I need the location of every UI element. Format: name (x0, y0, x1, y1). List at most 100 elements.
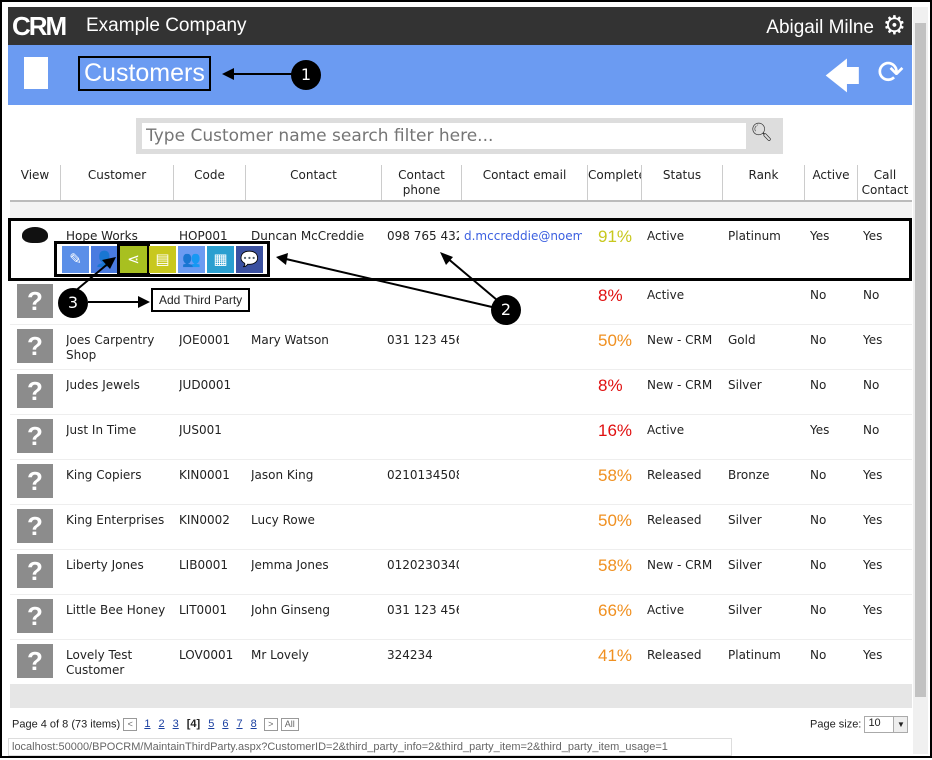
table-row[interactable]: ? Lovely Test Customer LOV0001 Mr Lovely 324… (10, 639, 912, 684)
view-placeholder-icon[interactable]: ? (17, 464, 53, 498)
cell-call: No (863, 423, 880, 437)
cell-active: No (810, 558, 827, 572)
cell-call: Yes (863, 558, 883, 572)
page-link[interactable]: 6 (222, 718, 228, 730)
callout-2: 2 (491, 295, 521, 325)
cell-call: Yes (863, 513, 883, 527)
column-header[interactable]: Active (804, 165, 857, 200)
callout-arrow (222, 68, 294, 80)
pager: Page 4 of 8 (73 items) < 1 2 3 [4] 5 6 7 8 > Al… (12, 718, 299, 731)
document-icon[interactable]: ▤ (149, 246, 176, 273)
contacts-icon[interactable]: 👥 (178, 246, 205, 273)
cell-complete: 50% (598, 511, 633, 530)
cell-code: LIB0001 (179, 558, 228, 572)
column-header[interactable]: Customer (60, 165, 173, 200)
page-link[interactable]: 5 (208, 718, 214, 730)
page-size-select[interactable]: 10 ▼ (864, 716, 909, 733)
cell-code: LIT0001 (179, 603, 228, 617)
cell-customer: Just In Time (66, 423, 137, 437)
table-row[interactable]: ? Little Bee Honey LIT0001 John Ginseng 031 … (10, 594, 912, 639)
cell-contact: John Ginseng (251, 603, 331, 617)
column-header[interactable]: Code (173, 165, 245, 200)
table-row[interactable]: ? Just In Time JUS001 16% Active Yes No (10, 414, 912, 459)
view-placeholder-icon[interactable]: ? (17, 644, 53, 678)
view-placeholder-icon[interactable]: ? (17, 284, 53, 318)
edit-pencil-icon[interactable]: ✎ (62, 246, 89, 273)
column-header[interactable]: View (10, 165, 60, 200)
cell-phone: 0210134508 (387, 468, 459, 482)
cell-rank: Platinum (728, 648, 781, 662)
cell-code: LOV0001 (179, 648, 234, 662)
page-link[interactable]: [4] (187, 718, 200, 730)
cell-active: No (810, 378, 827, 392)
cell-call: Yes (863, 333, 883, 347)
column-header[interactable]: Status (641, 165, 722, 200)
all-pages-button[interactable]: All (280, 718, 299, 731)
view-placeholder-icon[interactable]: ? (17, 329, 53, 363)
cell-contact: Jemma Jones (251, 558, 329, 572)
cell-status: New - CRM (647, 558, 713, 572)
scrollbar[interactable] (913, 7, 928, 754)
user-name[interactable]: Abigail Milne (766, 17, 874, 39)
view-placeholder-icon[interactable]: ? (17, 419, 53, 453)
page-link[interactable]: 7 (236, 718, 242, 730)
cell-status: Active (647, 288, 685, 302)
table-row[interactable]: ? King Enterprises KIN0002 Lucy Rowe 50% Rele… (10, 504, 912, 549)
cell-phone: 031 123 456 (387, 333, 459, 347)
column-header[interactable]: Rank (722, 165, 804, 200)
gear-icon[interactable]: ⚙ (883, 11, 906, 41)
view-placeholder-icon[interactable]: ? (17, 554, 53, 588)
cell-contact: Mary Watson (251, 333, 329, 347)
cell-active: No (810, 603, 827, 617)
building-icon (24, 57, 48, 89)
column-header[interactable]: Call Contact (857, 165, 912, 200)
cell-status: Released (647, 648, 702, 662)
page-link[interactable]: 1 (144, 718, 150, 730)
table-row[interactable]: ? 8% Active No No (10, 279, 912, 324)
cell-contact: Lucy Rowe (251, 513, 315, 527)
crm-logo: CRM (12, 11, 67, 41)
cell-contact: Mr Lovely (251, 648, 309, 662)
page-size: Page size: 10 ▼ (810, 716, 909, 733)
search-input[interactable] (142, 123, 746, 149)
back-arrow-icon[interactable]: 🡄 (825, 53, 860, 110)
view-placeholder-icon[interactable]: ? (17, 599, 53, 633)
refresh-icon[interactable]: ⟳ (877, 53, 904, 91)
cell-call: Yes (863, 648, 883, 662)
column-header[interactable]: Complete (587, 165, 641, 200)
scrollbar-thumb[interactable] (915, 23, 926, 697)
cell-status: Released (647, 468, 702, 482)
next-page-button[interactable]: > (263, 718, 278, 731)
cell-status: Released (647, 513, 702, 527)
view-placeholder-icon[interactable]: ? (17, 509, 53, 543)
cell-code: KIN0001 (179, 468, 230, 482)
cell-customer: Joes Carpentry Shop (66, 333, 155, 362)
column-header[interactable]: Contact phone (381, 165, 461, 200)
page-link[interactable]: 3 (173, 718, 179, 730)
tooltip: Add Third Party (151, 288, 251, 312)
filter-row[interactable] (10, 200, 912, 218)
calendar-icon[interactable]: ▦ (207, 246, 234, 273)
table-row[interactable]: ? Judes Jewels JUD0001 8% New - CRM Silver No N… (10, 369, 912, 414)
table-row[interactable]: ? King Copiers KIN0001 Jason King 0210134508… (10, 459, 912, 504)
company-name: Example Company (86, 15, 247, 36)
search-icon[interactable]: 🔍︎ (750, 122, 773, 143)
column-header[interactable]: Contact (245, 165, 381, 200)
page-link[interactable]: 8 (251, 718, 257, 730)
column-header[interactable]: Contact email (461, 165, 587, 200)
chat-icon[interactable]: 💬 (236, 246, 263, 273)
add-contact-icon[interactable]: 👤 (91, 246, 118, 273)
prev-page-button[interactable]: < (123, 718, 138, 731)
table-row[interactable]: ? Liberty Jones LIB0001 Jemma Jones 01202303… (10, 549, 912, 594)
share-third-party-icon[interactable]: ⋖ (117, 243, 150, 276)
cell-rank: Bronze (728, 468, 770, 482)
cell-status: New - CRM (647, 333, 713, 347)
cell-contact: Jason King (251, 468, 314, 482)
cell-customer: Little Bee Honey (66, 603, 166, 617)
cell-rank: Silver (728, 378, 762, 392)
page-link[interactable]: 2 (158, 718, 164, 730)
chevron-down-icon: ▼ (893, 717, 908, 732)
view-placeholder-icon[interactable]: ? (17, 374, 53, 408)
cell-call: No (863, 378, 880, 392)
table-row[interactable]: ? Joes Carpentry Shop JOE0001 Mary Watson 03… (10, 324, 912, 369)
